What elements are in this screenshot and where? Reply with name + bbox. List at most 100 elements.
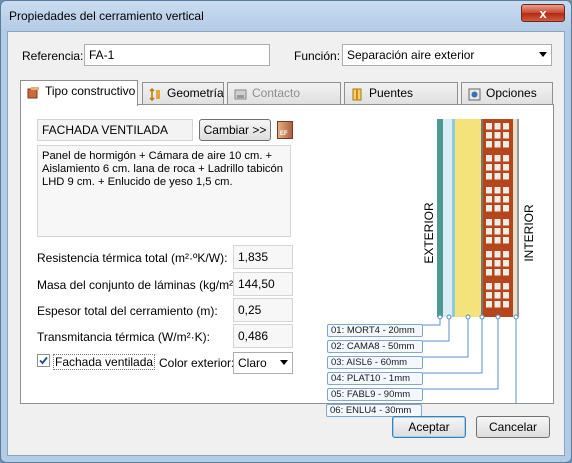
- library-book-icon[interactable]: EF: [277, 121, 293, 139]
- brick-hole: [503, 155, 509, 162]
- layer-leaders: [417, 317, 517, 403]
- brick-hole: [494, 196, 501, 203]
- funcion-select[interactable]: Separación aire exterior: [342, 44, 552, 66]
- brick-hole: [494, 123, 501, 130]
- brick-hole: [494, 132, 501, 139]
- layer-label-01: 01: MORT4 - 20mm: [327, 324, 423, 337]
- brick-hole: [494, 187, 501, 194]
- brick-hole: [494, 292, 501, 299]
- brick-hole: [503, 301, 509, 308]
- brick-hole: [494, 301, 501, 308]
- transmitancia-label: Transmitancia térmica (W/m²·K):: [37, 330, 210, 344]
- layer-insulation: [455, 119, 481, 317]
- brick-hole: [494, 251, 501, 258]
- brick-hole: [486, 283, 492, 290]
- color-exterior-select[interactable]: Claro: [233, 352, 293, 374]
- layer-mortar: [437, 119, 443, 317]
- brick-hole: [486, 187, 492, 194]
- brick-hole: [503, 260, 509, 267]
- tab-puentes-termicos[interactable]: Puentes térmicos: [344, 82, 458, 120]
- brick-hole: [503, 219, 509, 226]
- dialog-body: Referencia: FA-1 Función: Separación air…: [7, 31, 565, 456]
- brick-hole: [494, 260, 501, 267]
- layer-plaster: [513, 119, 517, 317]
- brick-hole: [503, 292, 509, 299]
- hr-options-icon: [468, 87, 481, 101]
- brick-hole: [494, 228, 501, 235]
- construction-type-icon: [27, 85, 40, 99]
- close-button[interactable]: x: [521, 4, 565, 22]
- window-title: Propiedades del cerramiento vertical: [9, 9, 204, 23]
- brick-hole: [494, 283, 501, 290]
- brick-hole: [486, 123, 492, 130]
- tab-panel-tipo-constructivo: FACHADA VENTILADA Cambiar >> EF Panel de…: [20, 104, 554, 404]
- tab-opciones-hr[interactable]: Opciones HR: [461, 82, 553, 120]
- brick-hole: [503, 251, 509, 258]
- brick-hole: [494, 269, 501, 276]
- dialog-window: Propiedades del cerramiento vertical x R…: [0, 0, 572, 463]
- fachada-ventilada-label[interactable]: Fachada ventilada: [53, 354, 156, 370]
- referencia-input[interactable]: FA-1: [84, 44, 270, 66]
- brick-hole: [503, 269, 509, 276]
- brick-hole: [486, 251, 492, 258]
- brick-hole: [503, 132, 509, 139]
- thermal-bridge-icon: [351, 87, 364, 101]
- brick-hole: [503, 205, 509, 212]
- masa-value: 144,50: [233, 272, 293, 296]
- brick-hole: [494, 173, 501, 180]
- construction-name-field: FACHADA VENTILADA: [37, 119, 193, 141]
- brick-hole: [503, 187, 509, 194]
- brick-hole: [494, 205, 501, 212]
- brick-hole: [503, 173, 509, 180]
- brick-hole: [503, 164, 509, 171]
- tab-geometria[interactable]: Geometría: [142, 82, 224, 104]
- brick-hole: [486, 164, 492, 171]
- resistencia-value: 1,835: [233, 245, 293, 269]
- color-exterior-label: Color exterior:: [159, 356, 235, 370]
- cancelar-button[interactable]: Cancelar: [476, 416, 550, 438]
- geometry-icon: [149, 87, 162, 102]
- ground-contact-icon: [234, 87, 247, 100]
- brick-hole: [503, 196, 509, 203]
- funcion-select-value: Separación aire exterior: [347, 48, 475, 62]
- brick-hole: [486, 155, 492, 162]
- title-bar[interactable]: Propiedades del cerramiento vertical x: [1, 1, 571, 31]
- color-exterior-value: Claro: [238, 356, 267, 370]
- brick-hole: [486, 132, 492, 139]
- aceptar-button[interactable]: Aceptar: [392, 416, 466, 438]
- chevron-down-icon: [539, 52, 547, 57]
- layer-label-03: 03: AISL6 - 60mm: [327, 356, 423, 369]
- checkmark-icon: [39, 356, 48, 365]
- layer-label-02: 02: CAMA8 - 50mm: [327, 340, 423, 353]
- tab-contacto-terreno[interactable]: Contacto terreno: [227, 82, 341, 120]
- brick-hole: [486, 219, 492, 226]
- brick-hole: [494, 164, 501, 171]
- transmitancia-value: 0,486: [233, 324, 293, 348]
- layer-label-04: 04: PLAT10 - 1mm: [327, 372, 423, 385]
- resistencia-label: Resistencia térmica total (m²·ºK/W):: [37, 251, 228, 265]
- layer-air-chamber-edge: [452, 119, 455, 317]
- brick-hole: [486, 141, 492, 148]
- tab-label: Tipo constructivo: [45, 84, 136, 98]
- masa-label: Masa del conjunto de láminas (kg/m²):: [37, 278, 241, 292]
- brick-hole: [486, 269, 492, 276]
- espesor-label: Espesor total del cerramiento (m):: [37, 304, 218, 318]
- funcion-label: Función:: [294, 49, 341, 63]
- layer-plate: [481, 119, 483, 317]
- tab-tipo-constructivo[interactable]: Tipo constructivo: [20, 80, 138, 106]
- brick-hole: [486, 260, 492, 267]
- brick-hole: [486, 301, 492, 308]
- brick-hole: [503, 141, 509, 148]
- brick-hole: [494, 219, 501, 226]
- brick-hole: [486, 196, 492, 203]
- construction-description: Panel de hormigón + Cámara de aire 10 cm…: [37, 145, 291, 237]
- espesor-value: 0,25: [233, 298, 293, 322]
- brick-hole: [494, 141, 501, 148]
- interior-label: INTERIOR: [522, 204, 536, 262]
- brick-hole: [494, 237, 501, 244]
- fachada-ventilada-checkbox[interactable]: [37, 354, 50, 367]
- exterior-label: EXTERIOR: [422, 202, 436, 264]
- layer-label-05: 05: FABL9 - 90mm: [327, 388, 423, 401]
- brick-hole: [503, 123, 509, 130]
- cambiar-button[interactable]: Cambiar >>: [199, 119, 271, 141]
